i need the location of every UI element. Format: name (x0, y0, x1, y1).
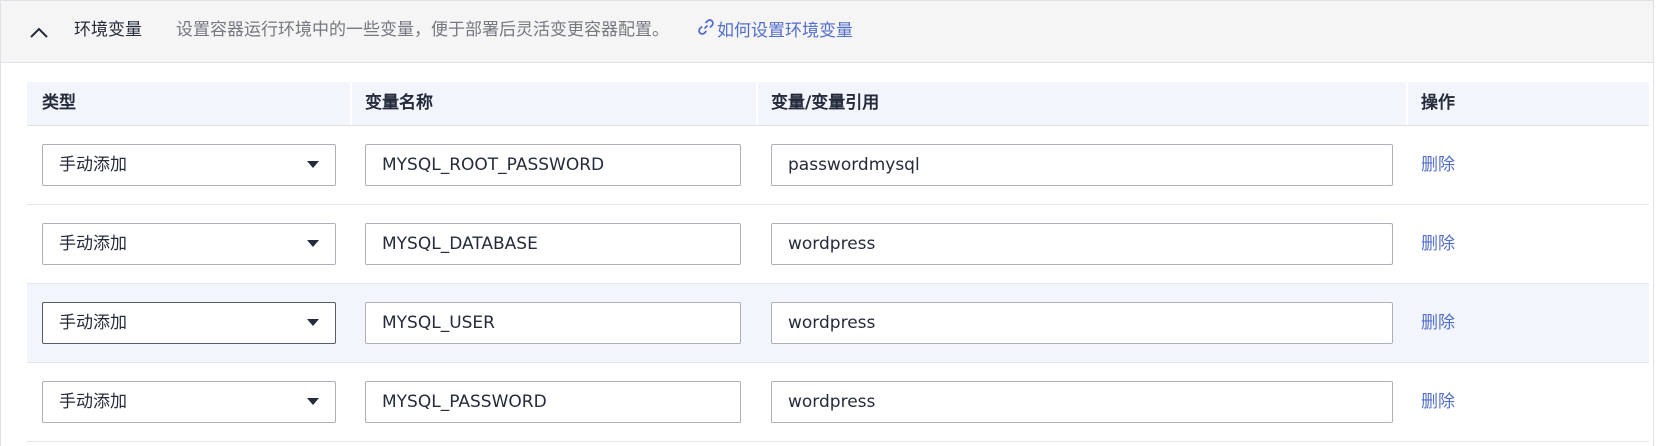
variable-value-input[interactable] (771, 381, 1393, 423)
variable-name-input[interactable] (365, 381, 741, 423)
column-header-action: 操作 (1421, 93, 1455, 113)
env-variables-panel: 环境变量 设置容器运行环境中的一些变量，便于部署后灵活变更容器配置。 如何设置环… (0, 0, 1654, 446)
variable-name-input[interactable] (365, 302, 741, 344)
table-row: 手动添加 删除 (27, 363, 1649, 442)
delete-link[interactable]: 删除 (1421, 144, 1455, 186)
type-select-value: 手动添加 (59, 392, 127, 412)
section-header[interactable]: 环境变量 设置容器运行环境中的一些变量，便于部署后灵活变更容器配置。 如何设置环… (1, 1, 1653, 63)
variable-value-input[interactable] (771, 144, 1393, 186)
delete-link[interactable]: 删除 (1421, 381, 1455, 423)
table-header: 类型 变量名称 变量/变量引用 操作 (27, 82, 1649, 126)
caret-down-icon (307, 398, 319, 405)
help-link[interactable]: 如何设置环境变量 (696, 17, 853, 44)
type-select[interactable]: 手动添加 (42, 223, 336, 265)
type-select-value: 手动添加 (59, 234, 127, 254)
chevron-up-icon[interactable] (27, 21, 51, 45)
column-divider (1406, 82, 1408, 125)
variable-name-input[interactable] (365, 144, 741, 186)
variable-value-input[interactable] (771, 223, 1393, 265)
variable-value-input[interactable] (771, 302, 1393, 344)
table-row: 手动添加 删除 (27, 284, 1649, 363)
caret-down-icon (307, 161, 319, 168)
column-header-type: 类型 (42, 93, 76, 113)
section-title: 环境变量 (74, 20, 142, 40)
help-link-label[interactable]: 如何设置环境变量 (717, 19, 853, 43)
type-select[interactable]: 手动添加 (42, 381, 336, 423)
type-select[interactable]: 手动添加 (42, 144, 336, 186)
variable-name-input[interactable] (365, 223, 741, 265)
type-select-value: 手动添加 (59, 155, 127, 175)
type-select-value: 手动添加 (59, 313, 127, 333)
column-divider (350, 82, 352, 125)
caret-down-icon (307, 319, 319, 326)
section-description: 设置容器运行环境中的一些变量，便于部署后灵活变更容器配置。 (176, 20, 669, 40)
table-row: 手动添加 删除 (27, 126, 1649, 205)
table-row: 手动添加 删除 (27, 205, 1649, 284)
delete-link[interactable]: 删除 (1421, 223, 1455, 265)
type-select[interactable]: 手动添加 (42, 302, 336, 344)
column-divider (756, 82, 758, 125)
link-icon (696, 17, 717, 44)
column-header-name: 变量名称 (365, 93, 433, 113)
delete-link[interactable]: 删除 (1421, 302, 1455, 344)
caret-down-icon (307, 240, 319, 247)
column-header-value: 变量/变量引用 (771, 93, 880, 113)
